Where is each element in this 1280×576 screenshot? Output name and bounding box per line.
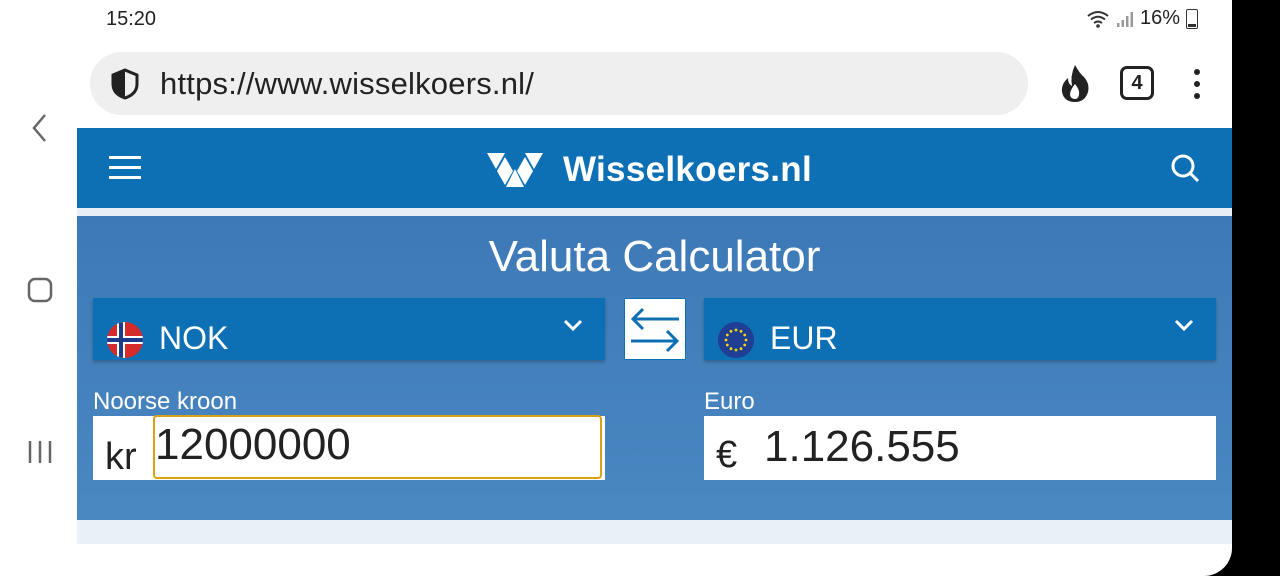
swap-button[interactable] [624,298,686,360]
menu-icon[interactable] [109,156,141,180]
recents-icon[interactable] [20,432,60,472]
from-amount-input[interactable]: 12000000 [153,415,602,479]
from-amount-field: kr 12000000 [93,415,605,480]
norway-flag-icon [107,322,143,358]
header-divider [77,208,1232,216]
more-vert-icon[interactable] [1188,68,1206,100]
phone-screen: 15:20 16% https://www.wisselkoers.nl/ 4 … [0,0,1232,576]
to-amount-label: Euro [704,388,755,415]
status-time: 15:20 [106,8,157,30]
tabs-icon[interactable]: 4 [1120,66,1154,100]
chevron-down-icon [563,319,583,332]
site-logo[interactable]: Wisselkoers.nl [487,150,812,190]
from-currency-code: NOK [159,320,229,356]
to-currency-prefix: € [716,434,738,476]
status-indicators: 16% [1086,7,1198,30]
home-icon[interactable] [20,270,60,310]
url-text[interactable]: https://www.wisselkoers.nl/ [160,66,534,102]
shield-icon[interactable] [108,67,142,101]
search-icon[interactable] [1169,152,1201,184]
url-bar[interactable]: https://www.wisselkoers.nl/ [90,52,1028,115]
from-currency-select[interactable]: NOK [93,298,605,360]
logo-mark-icon [487,153,543,187]
swap-icon [630,307,680,353]
chevron-down-icon [1174,319,1194,332]
eu-flag-icon [718,322,754,358]
calculator-title: Valuta Calculator [488,232,821,281]
battery-percent: 16% [1139,7,1180,29]
tab-count: 4 [1131,71,1143,94]
website: Wisselkoers.nl Valuta Calculator NOK EUR… [77,128,1232,576]
battery-icon [1186,8,1198,29]
system-nav [0,40,77,576]
content-divider [77,520,1232,544]
from-currency-prefix: kr [105,436,137,478]
status-bar: 15:20 16% [0,0,1232,40]
signal-icon [1116,11,1133,27]
logo-text: Wisselkoers.nl [563,150,812,189]
site-header: Wisselkoers.nl [77,128,1232,208]
currency-calculator: Valuta Calculator NOK EUR Noorse kroon E… [77,216,1232,520]
back-icon[interactable] [20,108,60,148]
from-amount-label: Noorse kroon [93,388,238,415]
fire-icon[interactable] [1058,62,1092,104]
to-amount-output[interactable]: 1.126.555 [764,422,960,472]
wifi-icon [1087,10,1109,28]
to-amount-field: € 1.126.555 [704,416,1216,480]
to-currency-select[interactable]: EUR [704,298,1216,360]
to-currency-code: EUR [770,320,838,356]
